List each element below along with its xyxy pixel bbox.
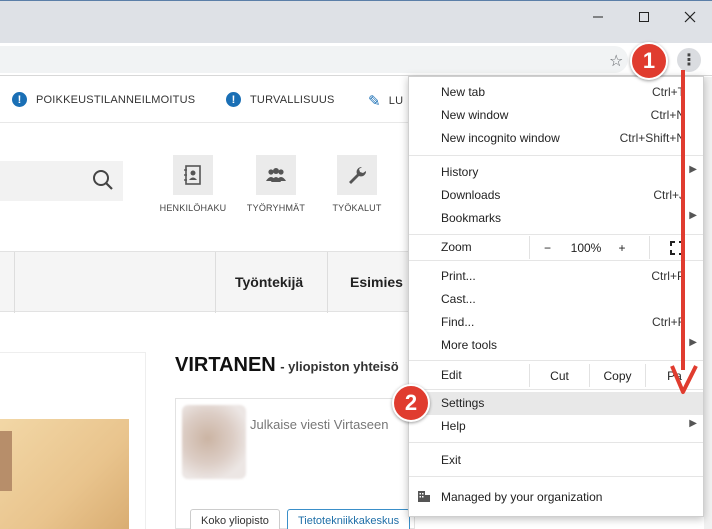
menu-label: Downloads: [441, 188, 501, 202]
divider: [14, 252, 15, 313]
menu-divider: [409, 234, 703, 235]
menu-zoom-row: Zoom − 100% +: [409, 236, 703, 259]
wrench-icon: [337, 155, 377, 195]
post-input[interactable]: Julkaise viesti Virtaseen: [250, 417, 389, 432]
chrome-menu: New tab Ctrl+T New window Ctrl+N New inc…: [408, 76, 704, 517]
nav-link-poikkeustilanne[interactable]: ! POIKKEUSTILANNEILMOITUS: [12, 92, 195, 107]
zoom-level: 100%: [570, 240, 602, 255]
profile-photo: [0, 419, 129, 529]
browser-titlebar: [0, 0, 712, 43]
menu-item-history[interactable]: History ▶: [409, 161, 703, 184]
close-icon[interactable]: [678, 9, 702, 25]
menu-label: More tools: [441, 338, 498, 352]
page-title: VIRTANEN - yliopiston yhteisö: [175, 354, 399, 377]
annotation-arrow: [670, 70, 698, 394]
star-icon[interactable]: ☆: [609, 51, 623, 70]
menu-divider: [409, 360, 703, 361]
building-icon: [417, 489, 431, 506]
group-icon: [256, 155, 296, 195]
nav-link-label: LU: [388, 95, 404, 107]
menu-edit-row: Edit Cut Copy Pa: [409, 364, 703, 387]
address-field[interactable]: [0, 46, 628, 73]
nav-link-third[interactable]: ✎ LU: [368, 92, 403, 110]
tool-henkilohaku[interactable]: HENKILÖHAKU: [158, 155, 228, 213]
tool-tyokalut[interactable]: TYÖKALUT: [322, 155, 392, 213]
menu-label: Exit: [441, 453, 462, 467]
menu-item-help[interactable]: Help ▶: [409, 415, 703, 438]
info-icon: !: [12, 92, 27, 107]
menu-label: Settings: [441, 396, 485, 410]
zoom-label: Zoom: [441, 240, 472, 254]
menu-label: Bookmarks: [441, 211, 502, 225]
tool-label: TYÖRYHMÄT: [246, 203, 306, 213]
nav-link-label: POIKKEUSTILANNEILMOITUS: [36, 93, 196, 106]
menu-item-new-window[interactable]: New window Ctrl+N: [409, 104, 703, 127]
avatar: [182, 405, 246, 479]
menu-divider: [409, 260, 703, 261]
menu-label: New window: [441, 108, 509, 122]
nav-link-label: TURVALLISUUS: [250, 93, 335, 106]
kebab-icon[interactable]: ⋮: [677, 48, 701, 72]
nav-link-turvallisuus[interactable]: ! TURVALLISUUS: [226, 92, 335, 107]
info-icon: !: [226, 92, 241, 107]
pencil-icon: ✎: [368, 93, 381, 110]
maximize-icon[interactable]: [632, 9, 656, 25]
menu-item-more-tools[interactable]: More tools ▶: [409, 334, 703, 357]
copy-button[interactable]: Copy: [589, 364, 645, 387]
menu-divider: [409, 389, 703, 390]
menu-label: New incognito window: [441, 131, 560, 145]
menu-label: Cast...: [441, 292, 476, 306]
menu-item-new-incognito[interactable]: New incognito window Ctrl+Shift+N: [409, 127, 703, 150]
page-scrollbar[interactable]: [704, 77, 712, 529]
chevron-right-icon: ▶: [689, 418, 697, 429]
menu-label: Managed by your organization: [441, 490, 603, 504]
menu-item-downloads[interactable]: Downloads Ctrl+J: [409, 184, 703, 207]
menu-divider: [409, 155, 703, 156]
divider: [327, 252, 328, 313]
zoom-in-button[interactable]: +: [607, 236, 637, 259]
search-icon[interactable]: [91, 168, 115, 192]
post-composer: Julkaise viesti Virtaseen Koko yliopisto…: [175, 398, 415, 529]
menu-label: Find...: [441, 315, 475, 329]
menu-item-settings[interactable]: Settings: [409, 392, 703, 415]
audience-chip-tietotekniikka[interactable]: Tietotekniikkakeskus: [287, 509, 411, 529]
cut-button[interactable]: Cut: [529, 364, 589, 387]
tab-tyontekija[interactable]: Työntekijä: [235, 274, 303, 290]
search-input[interactable]: [0, 161, 123, 201]
zoom-out-button[interactable]: −: [529, 236, 565, 259]
toolbar: ☆ ⋮: [0, 43, 712, 76]
divider: [215, 252, 216, 313]
menu-item-new-tab[interactable]: New tab Ctrl+T: [409, 81, 703, 104]
menu-item-print[interactable]: Print... Ctrl+P: [409, 265, 703, 288]
audience-chip-koko[interactable]: Koko yliopisto: [190, 509, 280, 529]
menu-item-find[interactable]: Find... Ctrl+F: [409, 311, 703, 334]
tool-label: HENKILÖHAKU: [159, 203, 227, 213]
menu-label: Help: [441, 419, 466, 433]
screen: ☆ ⋮ ! POIKKEUSTILANNEILMOITUS ! TURVALLI…: [0, 0, 712, 529]
menu-item-cast[interactable]: Cast...: [409, 288, 703, 311]
menu-item-exit[interactable]: Exit: [409, 449, 703, 472]
step-1-badge: 1: [630, 42, 668, 80]
menu-item-managed[interactable]: Managed by your organization: [409, 486, 703, 509]
contact-book-icon: [173, 155, 213, 195]
profile-name: VIRTANEN: [175, 354, 276, 376]
menu-divider: [409, 476, 703, 477]
tool-label: TYÖKALUT: [332, 203, 382, 213]
menu-label: Print...: [441, 269, 476, 283]
menu-divider: [409, 442, 703, 443]
minimize-icon[interactable]: [586, 9, 610, 25]
profile-subtitle: - yliopiston yhteisö: [280, 359, 399, 374]
tab-esimies[interactable]: Esimies: [350, 274, 403, 290]
step-2-badge: 2: [392, 384, 430, 422]
menu-label: History: [441, 165, 479, 179]
menu-item-bookmarks[interactable]: Bookmarks ▶: [409, 207, 703, 230]
menu-label: New tab: [441, 85, 486, 99]
tool-tyoryhmat[interactable]: TYÖRYHMÄT: [241, 155, 311, 213]
menu-label: Edit: [441, 368, 462, 382]
